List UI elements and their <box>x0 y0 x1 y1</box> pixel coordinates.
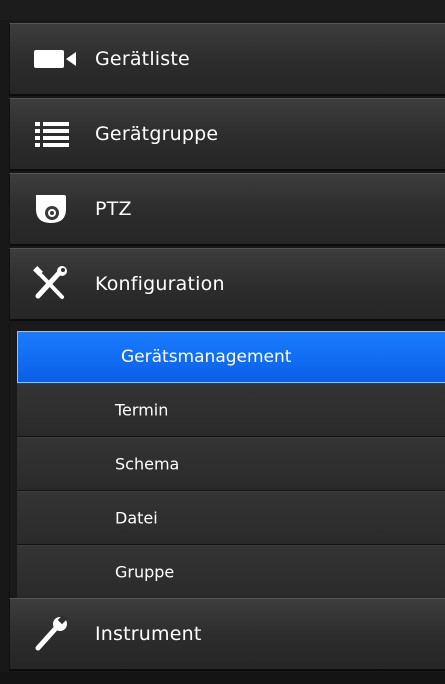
nav-item-instrument[interactable]: Instrument <box>9 598 445 671</box>
submenu-item-geraetsmanagement[interactable]: Gerätsmanagement <box>17 331 445 383</box>
nav-item-label: Instrument <box>95 623 202 645</box>
submenu-item-gruppe[interactable]: Gruppe <box>17 545 445 599</box>
konfiguration-submenu: Gerätsmanagement Termin Schema Datei Gru… <box>9 324 445 599</box>
nav-item-label: Konfiguration <box>95 273 225 295</box>
navigation-panel: Gerätliste Gerätgruppe PTZ Konfiguration… <box>0 0 445 684</box>
nav-item-geraetliste[interactable]: Gerätliste <box>9 23 445 96</box>
tools-icon <box>32 264 82 304</box>
nav-item-ptz[interactable]: PTZ <box>9 173 445 246</box>
submenu-item-label: Gruppe <box>115 562 175 582</box>
panel-top-edge <box>0 0 445 20</box>
submenu-item-datei[interactable]: Datei <box>17 491 445 545</box>
submenu-item-label: Schema <box>115 454 180 474</box>
submenu-item-schema[interactable]: Schema <box>17 437 445 491</box>
panel-bottom-edge <box>0 672 445 684</box>
nav-item-label: Gerätgruppe <box>95 123 219 145</box>
nav-item-geraetgruppe[interactable]: Gerätgruppe <box>9 98 445 171</box>
submenu-item-termin[interactable]: Termin <box>17 383 445 437</box>
video-camera-icon <box>32 39 82 79</box>
nav-item-label: Gerätliste <box>95 48 190 70</box>
nav-item-konfiguration[interactable]: Konfiguration <box>9 248 445 321</box>
list-icon <box>32 114 82 154</box>
submenu-item-label: Termin <box>115 400 169 420</box>
submenu-item-label: Gerätsmanagement <box>121 347 292 367</box>
wrench-icon <box>32 614 82 654</box>
submenu-item-label: Datei <box>115 508 158 528</box>
nav-item-label: PTZ <box>95 198 132 220</box>
dome-camera-icon <box>32 189 82 229</box>
